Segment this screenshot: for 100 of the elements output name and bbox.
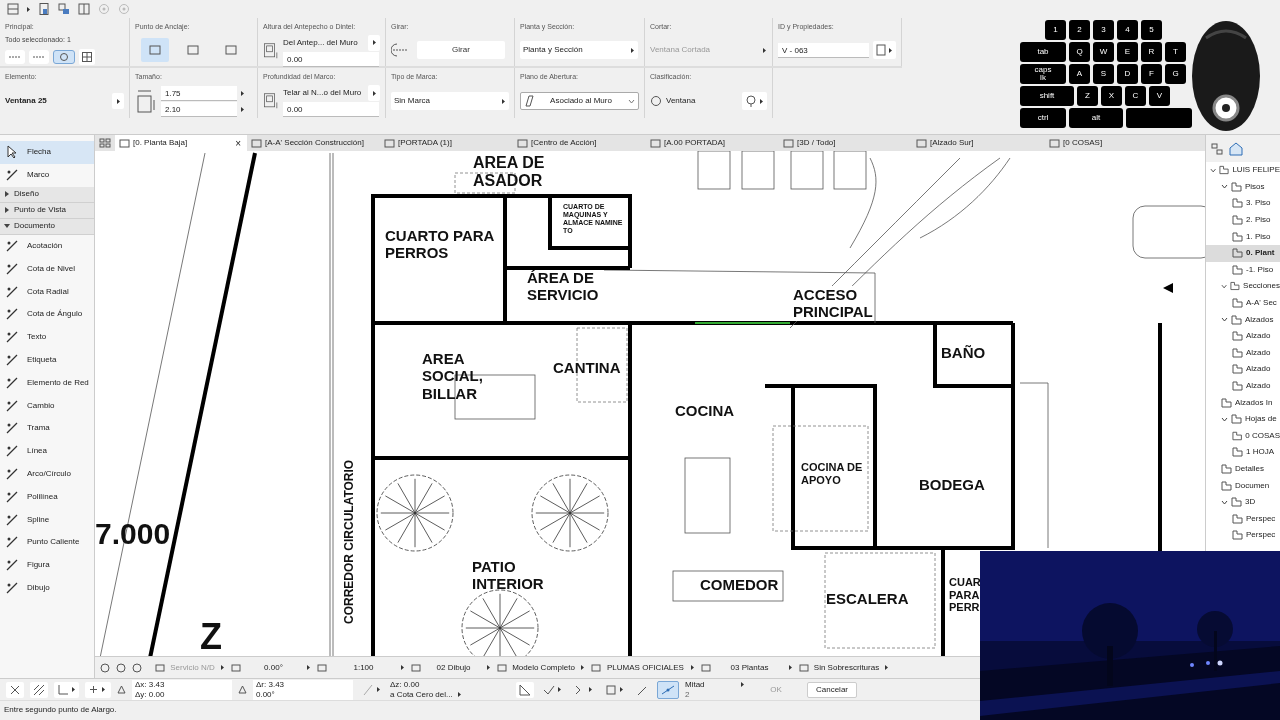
navigator-item[interactable]: 1 HOJA [1206, 444, 1280, 461]
tool-button[interactable]: Polilínea [0, 485, 94, 509]
section-label: Documento [14, 220, 55, 233]
navigator-item[interactable]: 0 COSAS [1206, 427, 1280, 445]
guide-button[interactable] [30, 681, 48, 698]
folder-icon [1232, 331, 1243, 342]
caret-icon [4, 207, 10, 214]
tool-button[interactable]: Punto Caliente [0, 530, 94, 554]
coordinate-value: Δz: 0.00 [390, 679, 421, 690]
navigator-item[interactable]: Hojas de [1206, 410, 1280, 428]
grid-icon [99, 138, 111, 148]
navigator-item[interactable]: Alzado [1206, 377, 1280, 395]
tool-button[interactable]: Trama [0, 416, 94, 440]
toggle-button[interactable] [53, 49, 75, 64]
coordinate-field[interactable]: Δr: 3.43 0.00° [253, 679, 353, 700]
tool-label: Arco/Círculo [27, 467, 71, 480]
snap-label: Mitad [685, 679, 705, 690]
navigator-item[interactable]: Alzados [1206, 311, 1280, 328]
navigator-item[interactable]: 3D [1206, 493, 1280, 511]
tool-button[interactable]: Cota de Nivel [0, 257, 94, 281]
cancel-button[interactable]: Cancelar [807, 681, 857, 698]
tool-button[interactable]: Dibujo [0, 576, 94, 600]
select-button[interactable]: Planta y Sección [520, 41, 638, 60]
tool-button[interactable]: Línea [0, 439, 94, 463]
view-setting[interactable]: 1:100 [317, 659, 405, 676]
tool-button[interactable]: Acotación [0, 234, 94, 258]
tool-button[interactable]: Texto [0, 325, 94, 349]
midpoint-button[interactable] [657, 680, 679, 699]
navigator-item[interactable]: Detalles [1206, 460, 1280, 478]
view-setting[interactable]: 03 Plantas [701, 659, 793, 676]
key-label: F [1148, 70, 1155, 78]
navigator-item[interactable]: 1. Piso [1206, 228, 1280, 245]
input-field[interactable]: V - 063 [778, 42, 869, 58]
navigator-item[interactable]: 3. Piso [1206, 195, 1280, 212]
window-button[interactable] [79, 48, 95, 65]
tool-button[interactable]: Flecha [0, 141, 94, 164]
navigator-item[interactable]: Alzado [1206, 344, 1280, 362]
folder-icon [1232, 381, 1243, 391]
plane-dropdown[interactable]: Asociado al Muro [520, 92, 639, 111]
tool-button[interactable]: Elemento de Red [0, 371, 94, 395]
close-icon[interactable]: × [235, 135, 243, 151]
setting-label: 1:100 [352, 661, 375, 674]
navigator-item[interactable]: Alzado [1206, 327, 1280, 345]
caret-icon [759, 97, 764, 105]
view-setting[interactable]: 02 Dibujo [411, 659, 491, 676]
snap-button[interactable] [6, 681, 24, 698]
navigator-item[interactable]: Alzados In [1206, 394, 1280, 411]
item-label: Alzado [1246, 346, 1271, 359]
caret-icon [619, 686, 624, 693]
navigator-item[interactable]: Pisos [1206, 178, 1280, 196]
input-field[interactable]: 1.75 [161, 85, 237, 101]
caret-button[interactable] [368, 34, 380, 51]
caret-icon [788, 664, 793, 671]
caret-icon [26, 5, 31, 13]
navigator-item[interactable]: 2. Piso [1206, 211, 1280, 229]
navigator-item[interactable]: 0. Plant [1206, 244, 1280, 262]
input-field[interactable]: 0.00 [283, 51, 379, 67]
view-setting[interactable]: Modelo Completo [497, 659, 585, 676]
tool-button[interactable]: Marco [0, 163, 94, 187]
properties-button[interactable] [873, 41, 896, 60]
navigator-item[interactable]: -1. Piso [1206, 261, 1280, 279]
view-tab[interactable]: [0. Planta Baja] × [115, 135, 247, 151]
key-label: alt [1090, 114, 1102, 122]
room-label: COMEDOR [700, 576, 779, 594]
tool-button[interactable]: Cota Radial [0, 280, 94, 303]
view-setting[interactable]: PLUMAS OFICIALES [591, 659, 695, 676]
item-label: 3D [1245, 496, 1256, 509]
coordinates-button[interactable] [54, 681, 79, 698]
select-button[interactable]: Sin Marca [391, 92, 509, 111]
view-setting[interactable]: 0.00° [231, 659, 311, 676]
ruler-button[interactable] [516, 681, 534, 698]
tool-button[interactable]: Cambio [0, 394, 94, 417]
tool-button[interactable]: Arco/Círculo [0, 462, 94, 486]
toggle-button[interactable] [29, 49, 49, 64]
item-label: Pisos [1245, 180, 1265, 193]
folder-icon [1221, 464, 1232, 474]
caret-icon [888, 46, 893, 54]
rotate-button[interactable]: Girar [417, 41, 505, 60]
input-field[interactable]: 2.10 [161, 101, 237, 117]
input-field[interactable]: 0.00 [283, 102, 379, 118]
coordinate-field[interactable]: Δx: 3.43 Δy: 0.00 [132, 679, 232, 700]
caret-button[interactable] [368, 85, 380, 102]
caret-button[interactable] [112, 93, 124, 110]
classification-button[interactable] [742, 92, 767, 111]
toggle-button[interactable] [5, 49, 25, 64]
tool-button[interactable]: Cota de Ángulo [0, 303, 94, 326]
navigator-item[interactable]: LUIS FELIPE [1206, 162, 1280, 179]
tool-button[interactable]: Etiqueta [0, 348, 94, 372]
view-setting[interactable]: Sin Sobrescrituras [799, 659, 889, 676]
tool-button[interactable]: Figura [0, 553, 94, 577]
navigator-item[interactable]: Secciones [1206, 278, 1280, 295]
navigator-item[interactable]: Perspec [1206, 510, 1280, 528]
tool-button[interactable]: Spline [0, 508, 94, 531]
folder-icon [1231, 414, 1242, 425]
navigator-item[interactable]: Alzado [1206, 361, 1280, 378]
plus-button[interactable] [85, 681, 111, 698]
navigator-item[interactable]: Documen [1206, 477, 1280, 494]
navigator-item[interactable]: Perspec [1206, 527, 1280, 544]
navigator-item[interactable]: A-A' Sec [1206, 294, 1280, 312]
toolbox-section[interactable]: Diseño [0, 186, 94, 203]
